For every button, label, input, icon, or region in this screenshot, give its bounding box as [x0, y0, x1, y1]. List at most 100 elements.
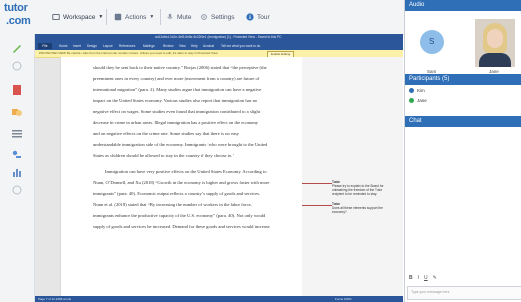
eraser-icon[interactable] [11, 60, 23, 72]
logo-text-top: tutor [4, 2, 28, 14]
actions-menu[interactable]: Actions ▼ [114, 11, 154, 23]
tour-button[interactable]: Tour [246, 11, 270, 23]
doc-line: immigrants” (para. 40). Economic output … [93, 191, 261, 196]
shapes-icon[interactable] [11, 106, 23, 118]
comment-1[interactable]: Tutor Please try to explain to the Board… [332, 180, 394, 196]
video-face [487, 29, 503, 48]
chat-format-toolbar: B I U ✎ [409, 275, 437, 281]
info-icon [246, 13, 254, 21]
doc-line: States as children should be allowed to … [93, 153, 234, 158]
chevron-down-icon: ▼ [149, 14, 155, 20]
doc-line: and on negative effects on the crime rat… [93, 131, 240, 136]
mute-button[interactable]: Mute [166, 11, 191, 23]
chat-messages [405, 127, 521, 277]
protected-view-message: PROTECTED VIEW Be careful—files from the… [39, 51, 219, 55]
ribbon-tab-home[interactable]: Home [59, 44, 68, 48]
ribbon-tab-help[interactable]: Help [191, 44, 198, 48]
doc-line: negative effect on wages. Some studies e… [93, 109, 261, 114]
word-title: ad12a9c4-0c2e-4bf3-9e8e-5c22f4e1 (Immigr… [155, 35, 282, 39]
chat-header[interactable]: Chat [405, 116, 521, 127]
participants-list: Kim Jane [405, 85, 521, 107]
chat-input[interactable]: Type your message here [407, 286, 521, 300]
tutor-logo: tutor .com [4, 2, 34, 32]
settings-button[interactable]: Settings [200, 11, 235, 23]
tutor-video [475, 19, 515, 67]
video-shirt [479, 53, 511, 67]
chevron-down-icon: ▼ [98, 14, 104, 20]
chat-placeholder: Type your message here [411, 290, 450, 294]
participants-header[interactable]: Participants (5) [405, 74, 521, 85]
audio-header: Audio [405, 0, 521, 11]
doc-line: Immigration can have very positive effec… [105, 169, 267, 174]
mute-label: Mute [177, 13, 192, 21]
tutor-app: tutor .com Workspace ▼ Actions ▼ Mute Se… [0, 0, 521, 302]
word-document-window: ad12a9c4-0c2e-4bf3-9e8e-5c22f4e1 (Immigr… [35, 34, 403, 302]
logo-text-bottom: .com [6, 15, 31, 27]
doc-line: supply of goods and services be increase… [93, 224, 270, 229]
ribbon-tab-review[interactable]: Review [163, 44, 173, 48]
comment-connector [302, 183, 332, 184]
page-count: Page 7 of 11 2368 words [38, 297, 72, 301]
settings-label: Settings [211, 13, 235, 21]
doc-line: Nunn et al. (2018) stated that “By incre… [93, 202, 252, 207]
doc-line: preeminent ones in every country) and ev… [93, 76, 260, 81]
gear-icon [201, 14, 207, 20]
word-title-bar: ad12a9c4-0c2e-4bf3-9e8e-5c22f4e1 (Immigr… [35, 34, 403, 42]
participant-name: Jane [417, 98, 427, 103]
ribbon-tab-references[interactable]: References [119, 44, 135, 48]
bold-button[interactable]: B [409, 275, 413, 281]
audio-panel: S Sam Jane [405, 11, 521, 74]
doc-line: Nunn, O’Donnell, and Xu (2018) “Growth i… [93, 180, 270, 185]
comment-text: Does all these elements support the econ… [332, 206, 383, 214]
participant-row: Kim [409, 87, 425, 94]
zoom-level[interactable]: Focus 100% [335, 297, 352, 301]
participant-name: Kim [417, 88, 425, 93]
pen-icon[interactable] [11, 42, 23, 54]
workspace-label: Workspace [63, 13, 96, 21]
student-avatar: S [420, 30, 444, 54]
comment-text: Please try to explain to the Board for u… [332, 184, 384, 196]
ribbon-tab-acrobat[interactable]: Acrobat [203, 44, 214, 48]
file-tab[interactable]: File [38, 43, 52, 49]
ribbon-tab-insert[interactable]: Insert [73, 44, 81, 48]
ribbon-tab-view[interactable]: View [179, 44, 186, 48]
tell-me-search[interactable]: Tell me what you want to do [221, 44, 260, 48]
doc-line: understandable immigration side of the e… [93, 142, 268, 147]
italic-button[interactable]: I [418, 275, 419, 281]
lines-icon[interactable] [11, 128, 23, 140]
equation-icon[interactable] [11, 148, 23, 160]
actions-label: Actions [125, 13, 147, 21]
participant-row: Jane [409, 97, 427, 104]
pencil-icon[interactable]: ✎ [433, 275, 437, 281]
comment-connector [302, 205, 332, 206]
top-toolbar: tutor .com Workspace ▼ Actions ▼ Mute Se… [0, 0, 404, 35]
comment-2[interactable]: Tutor Does all these elements support th… [332, 202, 394, 214]
chat-label: Chat [409, 118, 422, 124]
session-side-panel: Audio S Sam Jane Participants (5) Kim Ja… [404, 0, 521, 302]
word-status-bar: Page 7 of 11 2368 words Focus 100% [35, 296, 403, 302]
word-ribbon-tabs: File Home Insert Design Layout Reference… [35, 42, 403, 50]
workspace-icon [52, 14, 60, 20]
ribbon-tab-layout[interactable]: Layout [103, 44, 113, 48]
doc-line: decrease in crime in urban areas. Illega… [93, 120, 259, 125]
doc-line: should they be sent back to their native… [93, 65, 267, 70]
workspace-menu[interactable]: Workspace ▼ [52, 11, 103, 23]
actions-icon [114, 13, 122, 21]
doc-line: impact on the United States economy. Var… [93, 98, 258, 103]
graph-icon[interactable] [11, 166, 23, 178]
doc-icon[interactable] [11, 84, 23, 96]
status-dot-icon [409, 98, 414, 103]
underline-button[interactable]: U [424, 275, 428, 281]
doc-line: immigrants enhance the productive capaci… [93, 213, 266, 218]
audio-label: Audio [409, 2, 425, 8]
toolbar-divider [106, 9, 107, 25]
document-page[interactable]: should they be sent back to their native… [60, 57, 304, 302]
ribbon-tab-design[interactable]: Design [87, 44, 97, 48]
microphone-icon [167, 13, 173, 19]
whiteboard-tool-rail [0, 34, 35, 302]
tour-label: Tour [257, 13, 270, 21]
toolbar-divider [160, 9, 161, 25]
ribbon-tab-mailings[interactable]: Mailings [143, 44, 155, 48]
more-tools-icon[interactable] [11, 184, 23, 196]
avatar-initial: S [429, 37, 435, 46]
